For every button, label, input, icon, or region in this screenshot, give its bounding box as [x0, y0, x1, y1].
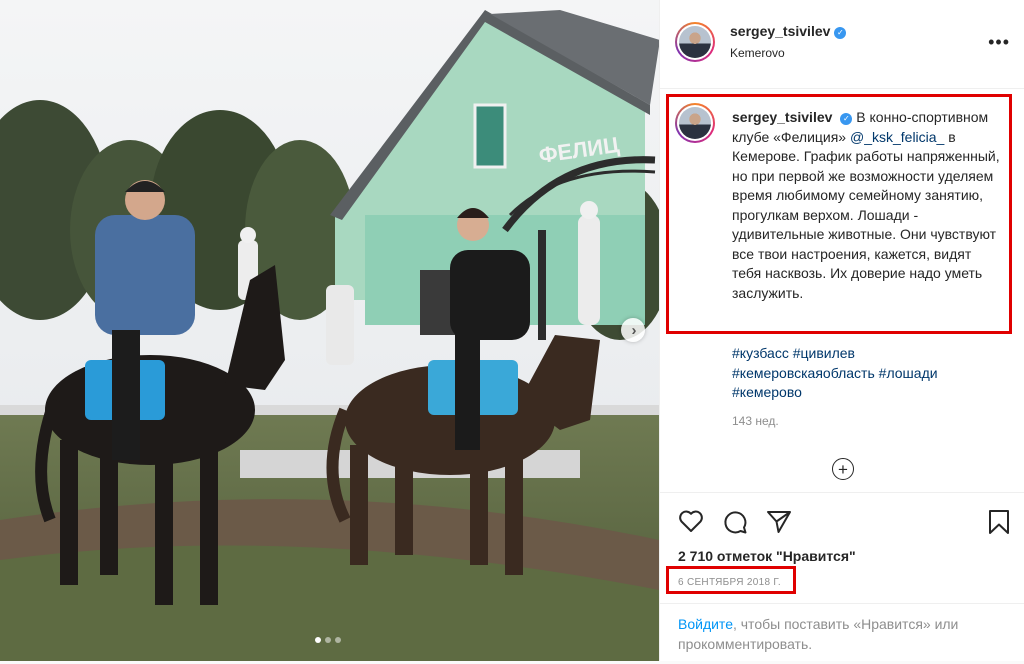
- comment-age: 143 нед.: [732, 414, 779, 428]
- caption-text: в Кемерове. График работы напряженный, н…: [732, 128, 1000, 301]
- load-more-comments-icon[interactable]: +: [832, 458, 854, 480]
- verified-badge-icon: ✓: [840, 113, 853, 125]
- hashtag-link[interactable]: #кузбасс: [732, 345, 789, 361]
- post-date[interactable]: 6 СЕНТЯБРЯ 2018 Г.: [678, 577, 781, 588]
- more-options-icon[interactable]: •••: [988, 32, 1010, 53]
- carousel-dot: [325, 637, 331, 643]
- profile-photo: [679, 107, 711, 139]
- carousel-indicator: [315, 637, 341, 643]
- avatar[interactable]: [675, 22, 715, 62]
- post-caption: sergey_tsivilev ✓ В конно-спортивном клуб…: [732, 108, 1002, 303]
- avatar[interactable]: [675, 103, 715, 143]
- caption-username-link[interactable]: sergey_tsivilev: [732, 109, 832, 125]
- hashtag-link[interactable]: #кемеровскаяобласть: [732, 365, 875, 381]
- post-header: sergey_tsivilev ✓ Kemerovo •••: [660, 0, 1024, 89]
- chevron-right-icon: ›: [631, 321, 637, 339]
- hashtag-link[interactable]: #лошади: [879, 365, 938, 381]
- verified-badge-icon: ✓: [834, 27, 847, 39]
- photo-image: ФЕЛИЦ: [0, 0, 659, 661]
- login-link[interactable]: Войдите: [678, 616, 733, 632]
- username-link[interactable]: sergey_tsivilev: [730, 23, 830, 39]
- hashtag-link[interactable]: #цивилев: [793, 345, 855, 361]
- action-bar: [676, 509, 1010, 535]
- carousel-dot: [315, 637, 321, 643]
- carousel-next-button[interactable]: ›: [621, 318, 645, 342]
- location-link[interactable]: Kemerovo: [730, 46, 785, 60]
- post-side-panel: sergey_tsivilev ✓ Kemerovo ••• sergey_tsi…: [659, 0, 1024, 661]
- login-prompt: Войдите, чтобы поставить «Нравится» или …: [660, 603, 1024, 664]
- share-icon[interactable]: [766, 509, 792, 535]
- header-user: sergey_tsivilev ✓: [730, 23, 847, 41]
- likes-count[interactable]: 2 710 отметок "Нравится": [678, 548, 856, 564]
- bookmark-icon[interactable]: [988, 509, 1010, 535]
- post-actions: 2 710 отметок "Нравится" 6 СЕНТЯБРЯ 2018…: [660, 492, 1024, 662]
- hashtag-link[interactable]: #кемерово: [732, 384, 802, 400]
- mention-link[interactable]: @_ksk_felicia_: [850, 129, 944, 145]
- comment-icon[interactable]: [722, 509, 748, 535]
- heart-icon[interactable]: [678, 509, 704, 533]
- comments-area: sergey_tsivilev ✓ В конно-спортивном клуб…: [660, 88, 1024, 492]
- hashtags: #кузбасс #цивилев #кемеровскаяобласть #л…: [732, 344, 1002, 403]
- carousel-dot: [335, 637, 341, 643]
- post-photo[interactable]: ФЕЛИЦ ›: [0, 0, 659, 661]
- profile-photo: [679, 26, 711, 58]
